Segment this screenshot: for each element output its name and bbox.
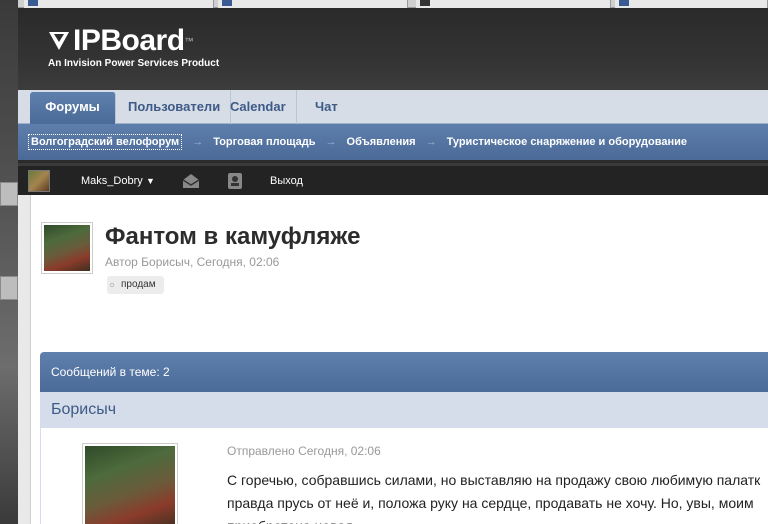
messenger-envelope-icon[interactable] [181,172,201,190]
user-bar: Maks_Dobry ▼ Выход [18,163,768,195]
main-content: Фантом в камуфляже Автор Борисыч, Сегодн… [31,195,768,524]
user-avatar[interactable] [28,170,50,192]
post-text: С горечью, собравшись силами, но выставл… [227,469,768,524]
post-text-line: правда прусь от неё и, положа руку на се… [227,495,754,511]
post-date: Отправлено Сегодня, 02:06 [227,444,381,458]
tab-chat[interactable]: Чат [305,90,348,124]
logo-subtitle: An Invision Power Services Product [48,58,220,69]
notifications-badge-icon[interactable] [225,172,245,190]
ipboard-logo-icon [49,32,69,50]
scroll-handle[interactable] [0,276,18,300]
content-gutter [18,195,31,524]
tab-members[interactable]: Пользователи [118,90,232,124]
site-logo[interactable]: IPBoard ™ An Invision Power Services Pro… [48,24,220,70]
logo-text: IPBoard [73,24,185,57]
left-window-chrome [0,0,18,524]
topic-tag[interactable]: продам [107,276,164,294]
post-author-name[interactable]: Борисыч [40,392,768,428]
browser-tab-strip [18,0,768,8]
breadcrumb-separator: → [325,136,337,148]
scroll-handle[interactable] [0,182,18,206]
tab-calendar[interactable]: Calendar [220,90,297,124]
tab-favicon-icon [420,0,430,6]
topic-meta: Автор Борисыч, Сегодня, 02:06 [105,255,280,269]
logo-trademark: ™ [184,36,194,46]
breadcrumb-separator: → [425,136,437,148]
post-text-line: приобретена новая [227,515,768,524]
post-author-avatar[interactable] [82,443,178,524]
hammock-photo [85,446,175,524]
breadcrumb: Волгоградский велофорум → Торговая площа… [18,124,768,160]
browser-tab[interactable] [24,0,214,8]
post-text-line: С горечью, собравшись силами, но выставл… [227,472,761,488]
hammock-photo [44,225,90,271]
breadcrumb-item[interactable]: Объявления [347,136,416,148]
breadcrumb-item[interactable]: Волгоградский велофорум [28,134,183,150]
tab-favicon-icon [28,0,38,6]
breadcrumb-item[interactable]: Торговая площадь [213,136,315,148]
chevron-down-icon[interactable]: ▼ [146,176,155,186]
browser-tab[interactable] [416,0,611,8]
post-body: Отправлено Сегодня, 02:06 С горечью, соб… [40,428,768,524]
tab-forums[interactable]: Форумы [30,92,116,124]
tag-label: продам [121,279,156,290]
posts-count-bar: Сообщений в теме: 2 [40,352,768,392]
browser-tab[interactable] [218,0,408,8]
username-menu[interactable]: Maks_Dobry [81,175,143,187]
topic-author-photo[interactable] [41,222,93,274]
site-header: IPBoard ™ An Invision Power Services Pro… [18,8,768,90]
tab-favicon-icon [222,0,232,6]
logout-link[interactable]: Выход [270,175,303,187]
primary-nav: Форумы Пользователи Calendar Чат [18,90,768,124]
tag-hole-icon [110,283,114,287]
tab-favicon-icon [619,0,629,6]
breadcrumb-separator: → [192,136,204,148]
browser-tab[interactable] [615,0,768,8]
breadcrumb-item[interactable]: Туристическое снаряжение и оборудование [447,136,687,148]
topic-title: Фантом в камуфляже [105,223,361,250]
